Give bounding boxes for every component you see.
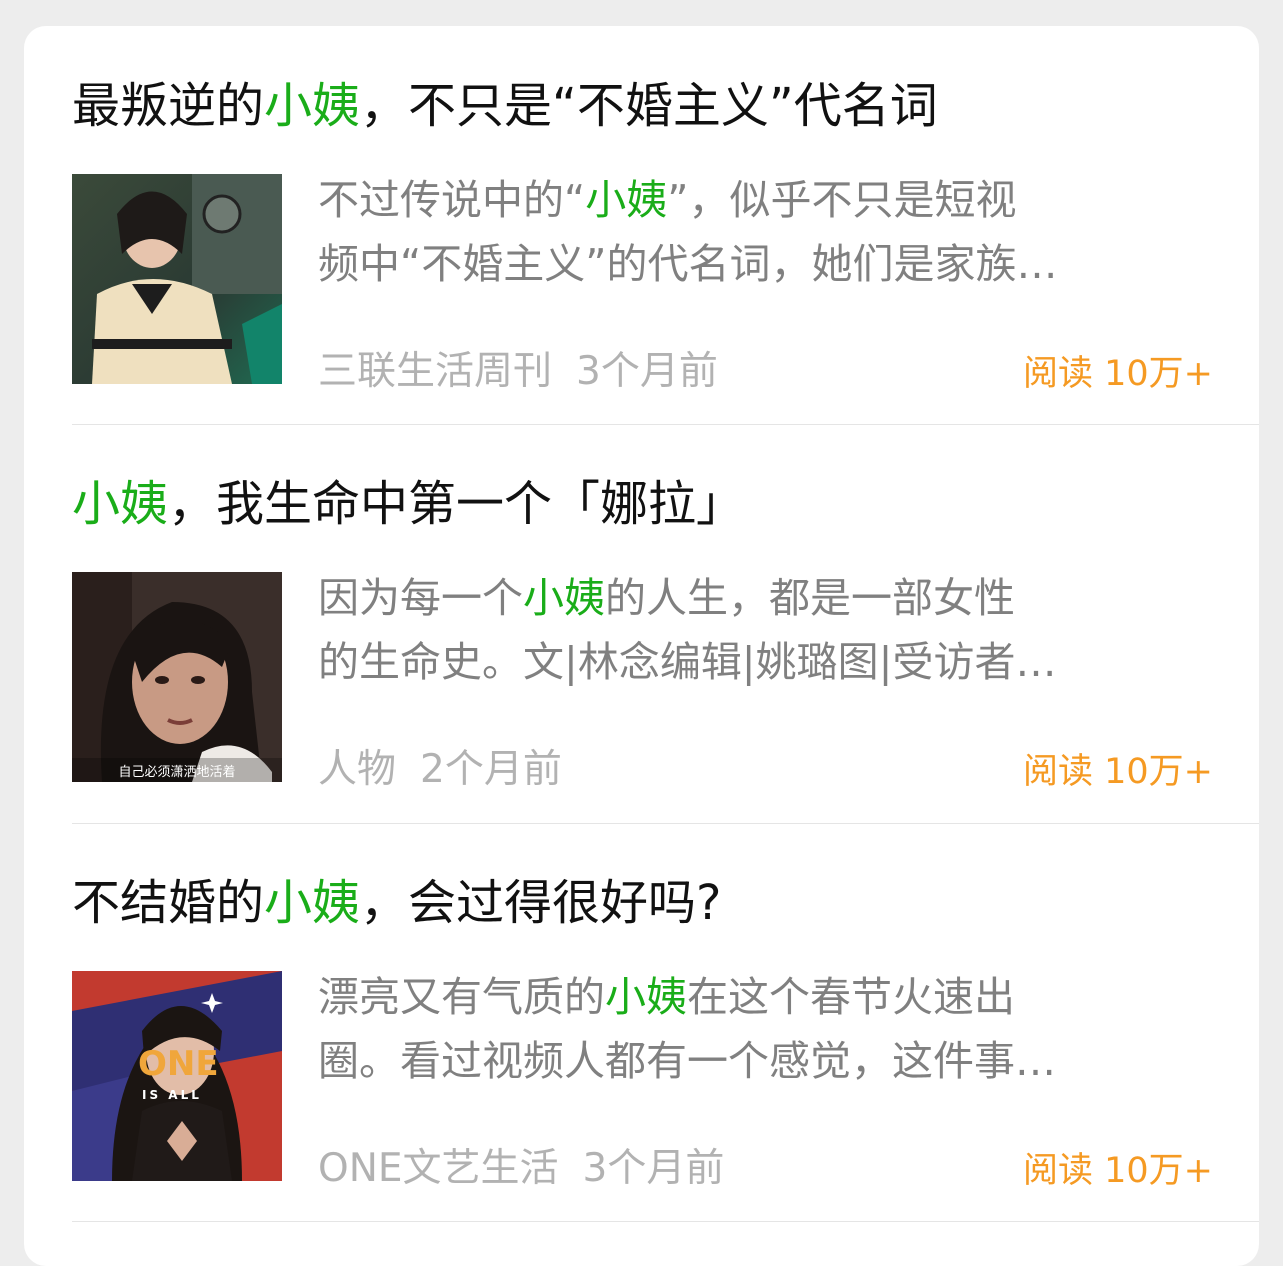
article-thumbnail[interactable]: 自己必须潇洒地活着 bbox=[72, 572, 282, 782]
article-title[interactable]: 不结婚的小姨，会过得很好吗? bbox=[72, 871, 722, 935]
divider bbox=[72, 424, 1259, 425]
summary-text: 在这个春节火速出 bbox=[687, 973, 1015, 1021]
summary-text: 频中“不婚主义”的代名词，她们是家族… bbox=[318, 240, 1058, 288]
publish-time: 3个月前 bbox=[576, 349, 718, 394]
article-meta: ONE文艺生活 3个月前 bbox=[318, 1141, 724, 1197]
article-item[interactable]: 不结婚的小姨，会过得很好吗? ONE IS ALL 漂亮又有气质的小姨在这个春节… bbox=[72, 871, 1259, 1223]
summary-text: 圈。看过视频人都有一个感觉，这件事… bbox=[318, 1037, 1056, 1085]
article-summary: 因为每一个小姨的人生，都是一部女性 的生命史。文|林念编辑|姚璐图|受访者… bbox=[318, 566, 1213, 694]
poster-logo-one: ONE bbox=[138, 1044, 219, 1084]
summary-text: 不过传说中的“ bbox=[318, 176, 586, 224]
article-item[interactable]: 小姨，我生命中第一个「娜拉」 自己必须潇洒地活着 因为每一个小姨的人生，都是一部… bbox=[72, 472, 1259, 824]
title-keyword-highlight: 小姨 bbox=[264, 78, 361, 134]
article-thumbnail[interactable] bbox=[72, 174, 282, 384]
summary-text: 漂亮又有气质的 bbox=[318, 973, 605, 1021]
title-text: 最叛逆的 bbox=[72, 78, 265, 134]
article-meta: 人物 2个月前 bbox=[318, 742, 562, 798]
read-count: 阅读 10万+ bbox=[1023, 354, 1213, 394]
source-account[interactable]: 人物 bbox=[318, 747, 396, 792]
title-text: ，我生命中第一个「娜拉」 bbox=[168, 476, 745, 532]
title-text: ，会过得很好吗? bbox=[360, 875, 722, 931]
woman-portrait-photo-icon: 自己必须潇洒地活着 bbox=[72, 572, 282, 782]
search-results-card: 最叛逆的小姨，不只是“不婚主义”代名词 不过传说中的“小姨”，似乎不只是短视 频… bbox=[24, 26, 1259, 1266]
divider bbox=[72, 823, 1259, 824]
article-summary: 漂亮又有气质的小姨在这个春节火速出 圈。看过视频人都有一个感觉，这件事… bbox=[318, 965, 1213, 1093]
summary-keyword-highlight: 小姨 bbox=[585, 176, 668, 224]
title-keyword-highlight: 小姨 bbox=[264, 875, 361, 931]
article-title[interactable]: 小姨，我生命中第一个「娜拉」 bbox=[72, 472, 744, 536]
summary-text: 的生命史。文|林念编辑|姚璐图|受访者… bbox=[318, 638, 1057, 686]
article-title[interactable]: 最叛逆的小姨，不只是“不婚主义”代名词 bbox=[72, 74, 938, 138]
summary-keyword-highlight: 小姨 bbox=[605, 973, 687, 1021]
article-meta: 三联生活周刊 3个月前 bbox=[318, 344, 718, 400]
publish-time: 2个月前 bbox=[420, 747, 562, 792]
title-text: 不结婚的 bbox=[72, 875, 265, 931]
article-item[interactable]: 最叛逆的小姨，不只是“不婚主义”代名词 不过传说中的“小姨”，似乎不只是短视 频… bbox=[72, 74, 1259, 426]
article-thumbnail[interactable]: ONE IS ALL bbox=[72, 971, 282, 1181]
summary-text: 的人生，都是一部女性 bbox=[605, 574, 1015, 622]
article-summary: 不过传说中的“小姨”，似乎不只是短视 频中“不婚主义”的代名词，她们是家族… bbox=[318, 168, 1213, 296]
thumbnail-caption: 自己必须潇洒地活着 bbox=[118, 764, 235, 780]
woman-in-cream-jacket-photo-icon bbox=[72, 174, 282, 384]
poster-logo-is-all: IS ALL bbox=[142, 1088, 202, 1102]
source-account[interactable]: ONE文艺生活 bbox=[318, 1146, 559, 1191]
read-count: 阅读 10万+ bbox=[1023, 1151, 1213, 1191]
summary-text: 因为每一个 bbox=[318, 574, 523, 622]
summary-text: ”，似乎不只是短视 bbox=[667, 176, 1017, 224]
read-count: 阅读 10万+ bbox=[1023, 752, 1213, 792]
publish-time: 3个月前 bbox=[582, 1146, 725, 1191]
one-is-all-poster-photo-icon: ONE IS ALL bbox=[72, 971, 282, 1181]
title-text: ，不只是“不婚主义”代名词 bbox=[360, 78, 938, 134]
summary-keyword-highlight: 小姨 bbox=[523, 574, 605, 622]
divider bbox=[72, 1221, 1259, 1222]
source-account[interactable]: 三联生活周刊 bbox=[318, 349, 552, 394]
title-keyword-highlight: 小姨 bbox=[72, 476, 169, 532]
